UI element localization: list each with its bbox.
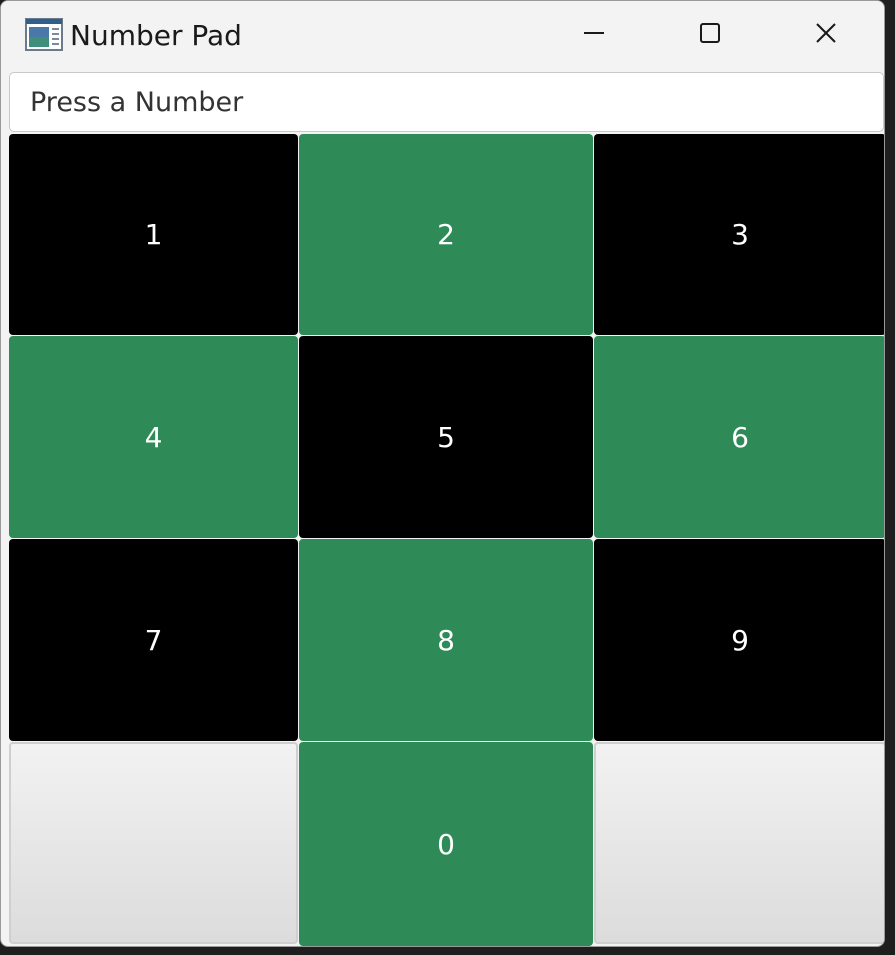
key-6-button[interactable]: 6	[594, 336, 884, 538]
number-display-field[interactable]	[9, 72, 884, 132]
key-4-button[interactable]: 4	[9, 336, 298, 538]
key-1-button[interactable]: 1	[9, 134, 298, 335]
key-label: 7	[144, 623, 163, 657]
maximize-button[interactable]	[652, 1, 768, 69]
blank-right-button[interactable]	[594, 742, 884, 944]
maximize-icon	[699, 22, 721, 48]
key-9-button[interactable]: 9	[594, 539, 884, 741]
app-window-icon	[25, 18, 63, 51]
key-label: 3	[731, 218, 749, 251]
key-label: 1	[144, 218, 163, 251]
window-title: Number Pad	[70, 19, 242, 52]
blank-left-button[interactable]	[9, 742, 298, 944]
key-label: 0	[437, 827, 455, 861]
minimize-button[interactable]	[536, 1, 652, 69]
close-icon	[815, 22, 837, 48]
key-label: 5	[437, 420, 455, 454]
number-pad-window: Number Pad 1 2 3 4 5 6 7 8 9 0	[0, 0, 885, 947]
title-bar[interactable]: Number Pad	[1, 1, 884, 69]
key-label: 9	[731, 623, 749, 657]
key-label: 8	[437, 623, 455, 657]
key-0-button[interactable]: 0	[299, 742, 593, 946]
close-button[interactable]	[768, 1, 884, 69]
key-2-button[interactable]: 2	[299, 134, 593, 335]
key-label: 6	[731, 420, 749, 454]
key-8-button[interactable]: 8	[299, 539, 593, 741]
key-7-button[interactable]: 7	[9, 539, 298, 741]
key-5-button[interactable]: 5	[299, 336, 593, 538]
key-label: 2	[437, 218, 455, 251]
minimize-icon	[583, 22, 605, 48]
key-3-button[interactable]: 3	[594, 134, 884, 335]
key-label: 4	[144, 420, 163, 454]
keypad-grid: 1 2 3 4 5 6 7 8 9 0	[9, 134, 884, 946]
